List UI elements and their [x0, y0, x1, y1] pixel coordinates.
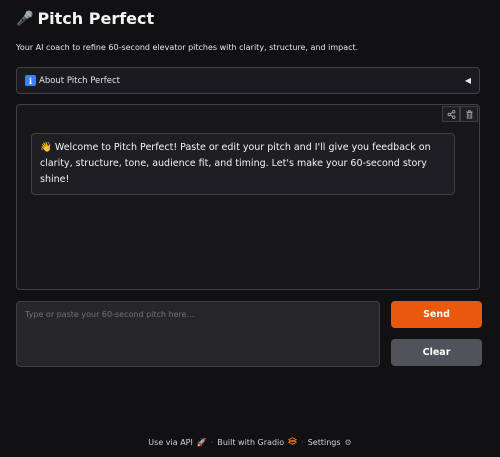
share-icon[interactable] [442, 106, 460, 122]
pitch-input[interactable] [17, 302, 379, 366]
about-accordion[interactable]: i About Pitch Perfect ◀ [16, 67, 480, 94]
footer-separator: · [210, 438, 214, 447]
settings-link[interactable]: Settings [308, 438, 341, 447]
assistant-message: 👋 Welcome to Pitch Perfect! Paste or edi… [31, 133, 455, 195]
caret-left-icon: ◀ [464, 76, 471, 85]
chat-toolbar [442, 106, 478, 122]
about-accordion-label: About Pitch Perfect [39, 75, 121, 86]
footer: Use via API 🚀 · Built with Gradio · Sett… [0, 437, 500, 448]
send-button[interactable]: Send [391, 301, 482, 328]
clear-button[interactable]: Clear [391, 339, 482, 366]
use-via-api-link[interactable]: Use via API [148, 438, 193, 447]
gradio-logo-icon [287, 437, 298, 448]
waving-hand-icon: 👋 [40, 142, 52, 153]
app-subtitle: Your AI coach to refine 60-second elevat… [16, 43, 359, 52]
footer-separator: · [301, 438, 304, 447]
trash-icon[interactable] [460, 106, 478, 122]
app-page: 🎤 Pitch Perfect Your AI coach to refine … [0, 0, 500, 457]
built-with-gradio-link[interactable]: Built with Gradio [217, 438, 284, 447]
rocket-icon: 🚀 [196, 438, 207, 447]
app-title-text: Pitch Perfect [37, 9, 155, 28]
microphone-icon: 🎤 [16, 10, 34, 27]
app-title: 🎤 Pitch Perfect [16, 9, 154, 28]
chatbot-panel: 👋 Welcome to Pitch Perfect! Paste or edi… [16, 104, 480, 290]
info-icon: i [25, 75, 36, 86]
pitch-input-container [16, 301, 380, 367]
assistant-message-text: Welcome to Pitch Perfect! Paste or edit … [40, 142, 431, 185]
gear-icon: ⚙ [344, 438, 352, 447]
